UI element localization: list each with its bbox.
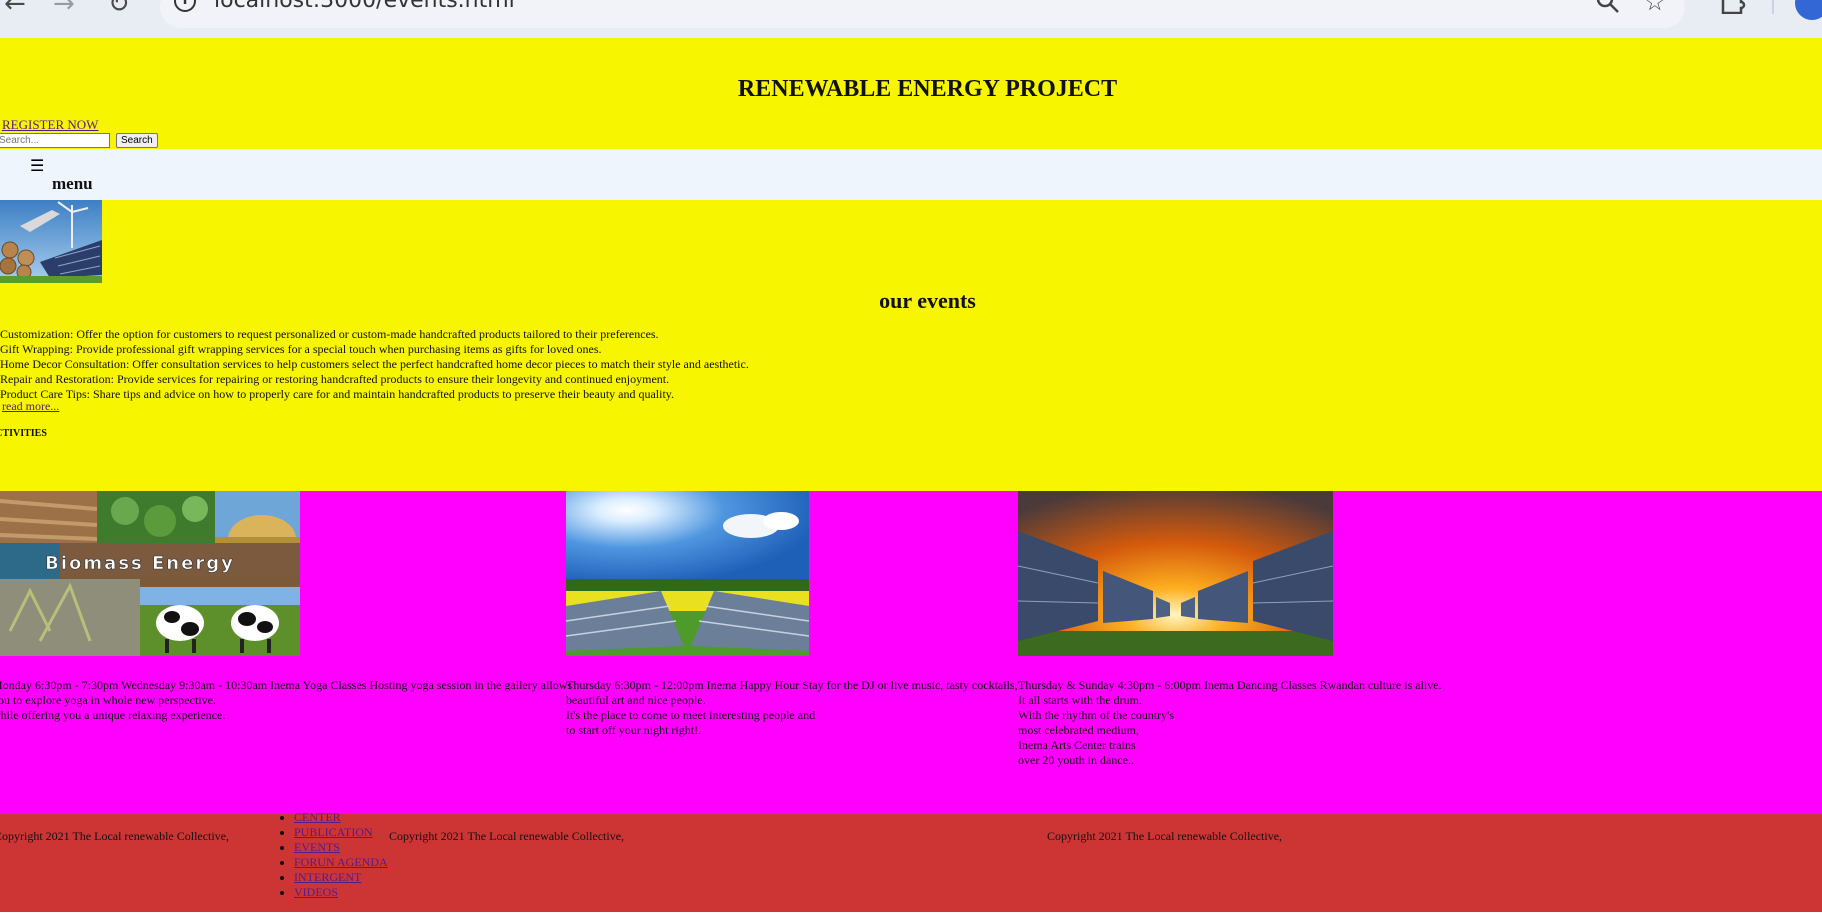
menu-label[interactable]: menu — [52, 174, 93, 194]
site-header: RENEWABLE ENERGY PROJECT REGISTER NOW Se… — [0, 38, 1822, 149]
activity-description: Monday 6:30pm - 7:30pm Wednesday 9:30am … — [0, 678, 573, 722]
services-list: Customization: Offer the option for cust… — [0, 327, 749, 402]
browser-toolbar: ← → ↻ i localhost:3000/events.html ☆ — [0, 0, 1822, 38]
toolbar-separator — [1772, 0, 1774, 14]
activity-description: Thursday & Sunday 4:30pm - 6:00pm Inema … — [1018, 678, 1442, 767]
footer-link-center[interactable]: CENTER — [294, 810, 341, 824]
read-more-link[interactable]: read more... — [2, 399, 59, 414]
extensions-icon[interactable] — [1720, 0, 1746, 18]
site-title: RENEWABLE ENERGY PROJECT — [737, 76, 1118, 102]
footer-link-intergent[interactable]: INTERGENT — [294, 870, 361, 884]
footer-link-forun-agenda[interactable]: FORUN AGENDA — [294, 855, 388, 869]
site-footer: Copyright 2021 The Local renewable Colle… — [0, 810, 1822, 912]
profile-avatar-icon[interactable] — [1795, 0, 1822, 20]
footer-nav-item: CENTER — [294, 810, 388, 825]
events-heading: our events — [879, 288, 976, 313]
service-item: Home Decor Consultation: Offer consultat… — [0, 357, 749, 371]
solar-field-image — [566, 491, 809, 656]
footer-nav: CENTER PUBLICATION EVENTS FORUN AGENDA I… — [275, 810, 388, 900]
renewable-collage-image — [0, 200, 102, 283]
solar-sunset-image — [1018, 491, 1333, 656]
bookmark-star-icon[interactable]: ☆ — [1644, 0, 1666, 14]
service-item: Product Care Tips: Share tips and advice… — [0, 387, 675, 401]
page-bottom-strip — [0, 912, 1822, 916]
footer-link-publication[interactable]: PUBLICATION — [294, 825, 373, 839]
forward-arrow-icon[interactable]: → — [53, 0, 75, 17]
menu-bar: ☰ menu — [0, 149, 1822, 200]
search-input[interactable] — [0, 133, 110, 148]
footer-nav-item: PUBLICATION — [294, 825, 388, 840]
zoom-icon[interactable] — [1596, 0, 1620, 18]
footer-link-events[interactable]: EVENTS — [294, 840, 340, 854]
events-section: our events Customization: Offer the opti… — [0, 200, 1822, 491]
footer-copyright: Copyright 2021 The Local renewable Colle… — [1047, 829, 1283, 843]
search-button[interactable]: Search — [116, 133, 158, 148]
footer-link-videos[interactable]: VIDEOS — [294, 885, 338, 899]
hamburger-icon[interactable]: ☰ — [30, 158, 44, 174]
activity-description: Thursday 6:30pm - 12:00pm Inema Happy Ho… — [566, 678, 1018, 737]
activities-label: ACTIVITIES — [0, 428, 47, 439]
service-item: Customization: Offer the option for cust… — [0, 327, 659, 341]
footer-nav-item: INTERGENT — [294, 870, 388, 885]
back-arrow-icon[interactable]: ← — [4, 0, 26, 17]
service-item: Repair and Restoration: Provide services… — [0, 372, 670, 386]
biomass-energy-caption: Biomass Energy — [45, 553, 235, 574]
footer-nav-item: EVENTS — [294, 840, 388, 855]
footer-nav-item: FORUN AGENDA — [294, 855, 388, 870]
reload-icon[interactable]: ↻ — [108, 0, 130, 17]
footer-copyright: Copyright 2021 The Local renewable Colle… — [389, 829, 625, 843]
footer-nav-item: VIDEOS — [294, 885, 388, 900]
service-item: Gift Wrapping: Provide professional gift… — [0, 342, 602, 356]
biomass-energy-image: Biomass Energy — [0, 491, 300, 656]
page: RENEWABLE ENERGY PROJECT REGISTER NOW Se… — [0, 38, 1822, 916]
footer-copyright: Copyright 2021 The Local renewable Colle… — [0, 829, 230, 843]
activities-section: Biomass Energy Monday 6:30pm - 7:30pm We… — [0, 491, 1822, 814]
url-text[interactable]: localhost:3000/events.html — [214, 0, 515, 12]
register-now-link[interactable]: REGISTER NOW — [2, 117, 98, 133]
